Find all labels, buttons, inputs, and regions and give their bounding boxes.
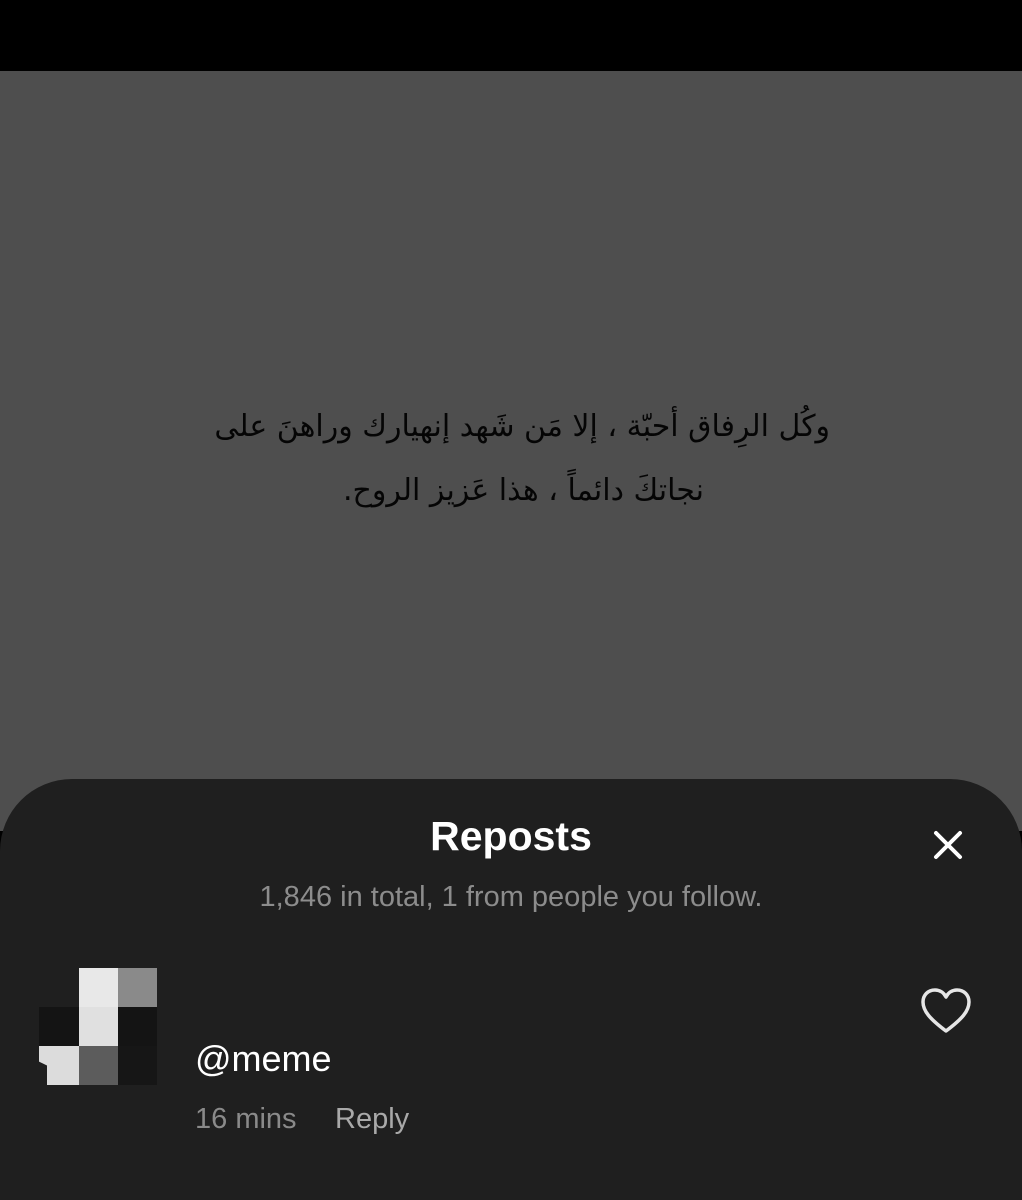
post-text-line-1: وكُل الرِفاق أحبّة ، إلا مَن شَهد إنهيار… xyxy=(214,409,830,444)
repost-time: 16 mins xyxy=(195,1103,297,1135)
close-button[interactable] xyxy=(918,825,978,869)
avatar[interactable] xyxy=(39,968,157,1085)
reposts-sheet: Reposts 1,846 in total, 1 from people yo… xyxy=(0,779,1022,1200)
status-bar xyxy=(0,0,1022,71)
reposts-summary: 1,846 in total, 1 from people you follow… xyxy=(259,881,763,913)
sheet-title: Reposts xyxy=(430,813,592,859)
heart-outline-icon xyxy=(921,988,971,1033)
post-text-line-2: نجاتكَ دائماً ، هذا عَزيز الروح. xyxy=(342,473,704,508)
close-icon xyxy=(934,831,962,859)
post-text: وكُل الرِفاق أحبّة ، إلا مَن شَهد إنهيار… xyxy=(190,395,830,523)
repost-username[interactable]: @meme xyxy=(195,1038,332,1080)
like-button[interactable] xyxy=(918,985,974,1037)
reply-button[interactable]: Reply xyxy=(335,1103,409,1136)
